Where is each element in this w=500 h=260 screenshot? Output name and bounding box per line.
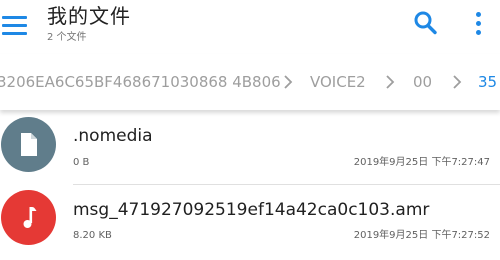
chevron-right-icon <box>284 75 293 89</box>
title-block: 我的文件 2 个文件 <box>47 3 131 45</box>
file-list: .nomedia 0 B 2019年9月25日 下午7:27:47 msg_47… <box>0 110 500 260</box>
breadcrumb: 3206EA6C65BF468671030868 4B806 VOICE2 00… <box>0 54 500 110</box>
chevron-right-icon <box>386 75 395 89</box>
breadcrumb-item-voice2[interactable]: VOICE2 <box>310 72 366 92</box>
list-item[interactable]: msg_471927092519ef14a42ca0c103.amr 8.20 … <box>0 185 500 259</box>
file-type-avatar <box>1 190 56 245</box>
breadcrumb-item-00[interactable]: 00 <box>413 72 432 92</box>
chevron-right-icon <box>453 75 462 89</box>
file-date: 2019年9月25日 下午7:27:52 <box>353 230 490 241</box>
app-bar: 我的文件 2 个文件 <box>0 0 500 54</box>
search-icon[interactable] <box>413 9 439 37</box>
file-manager-screen: 我的文件 2 个文件 3206EA6C65BF468671030868 4B80… <box>0 0 500 260</box>
file-name: .nomedia <box>73 126 153 146</box>
file-date: 2019年9月25日 下午7:27:47 <box>353 157 490 168</box>
breadcrumb-item-root[interactable]: 3206EA6C65BF468671030868 4B806 <box>0 72 281 92</box>
music-note-icon <box>23 207 37 228</box>
file-size: 8.20 KB <box>73 230 112 241</box>
list-item[interactable]: .nomedia 0 B 2019年9月25日 下午7:27:47 <box>0 110 500 184</box>
file-name: msg_471927092519ef14a42ca0c103.amr <box>73 200 430 220</box>
file-count: 2 个文件 <box>47 32 87 43</box>
file-size: 0 B <box>73 157 90 168</box>
more-vert-icon[interactable] <box>474 11 484 37</box>
breadcrumb-item-current[interactable]: 35 <box>478 72 497 92</box>
document-icon <box>21 133 37 156</box>
hamburger-menu-icon[interactable] <box>2 10 28 38</box>
file-type-avatar <box>1 117 56 172</box>
page-title: 我的文件 <box>47 4 131 28</box>
